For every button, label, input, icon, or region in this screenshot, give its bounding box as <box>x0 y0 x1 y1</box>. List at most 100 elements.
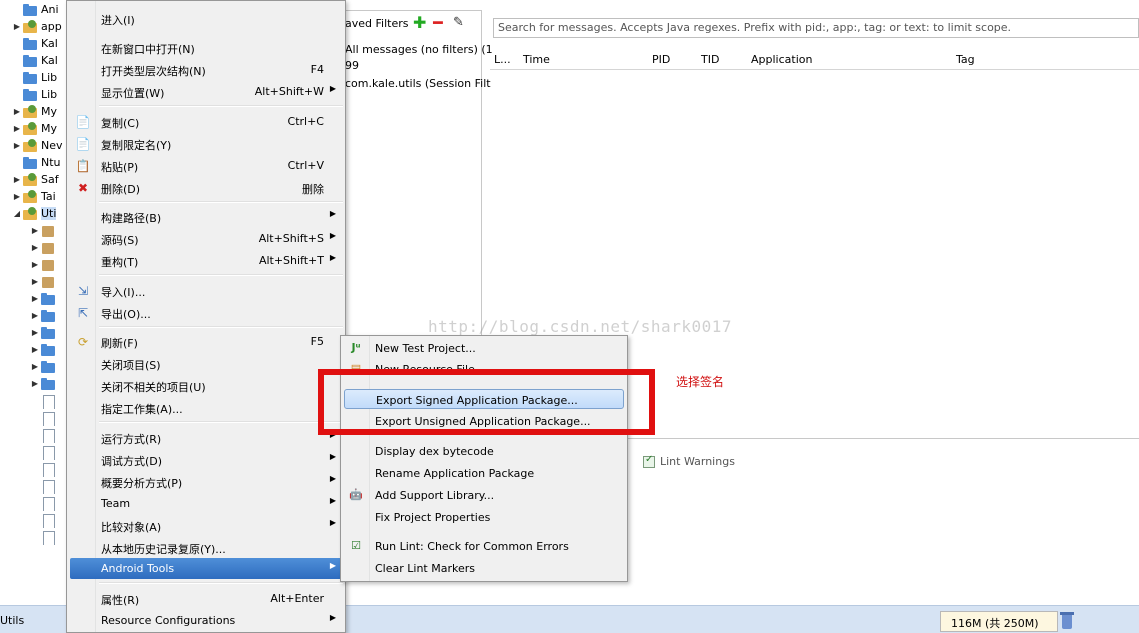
tab-lint-warnings[interactable]: Lint Warnings <box>643 454 735 468</box>
tree-child-node[interactable]: ▶ <box>30 290 59 307</box>
column-time[interactable]: Time <box>523 53 550 66</box>
menu-item-restore-from-local-history[interactable]: 从本地历史记录复原(Y)... <box>70 537 342 558</box>
tree-item[interactable]: ▶ app <box>12 18 62 35</box>
menu-item-run-as[interactable]: 运行方式(R) ▶ <box>70 427 342 448</box>
tree-item[interactable]: Kal <box>12 52 58 69</box>
filter-item[interactable]: All messages (no filters) (1 <box>345 43 493 56</box>
menu-item-compare-with[interactable]: 比较对象(A) ▶ <box>70 515 342 536</box>
heap-status[interactable]: 116M (共 250M) <box>940 611 1058 632</box>
tree-child-node[interactable]: ▶ <box>30 358 59 375</box>
logcat-search-input[interactable]: Search for messages. Accepts Java regexe… <box>493 18 1139 38</box>
submenu-item-add-support-library[interactable]: 🤖 Add Support Library... <box>344 485 624 505</box>
tree-child-node[interactable]: ▶ <box>30 273 59 290</box>
import-icon: ⇲ <box>77 284 89 298</box>
column-tid[interactable]: TID <box>701 53 719 66</box>
paste-icon: 📋 <box>75 159 91 173</box>
menu-item-android-tools[interactable]: Android Tools ▶ <box>70 558 342 579</box>
tree-child-node[interactable]: ▶ <box>30 375 59 392</box>
package-icon <box>40 241 56 255</box>
tree-item[interactable]: ▶ My <box>12 120 57 137</box>
tree-item[interactable]: Lib <box>12 86 57 103</box>
menu-separator <box>99 201 343 203</box>
tree-child-node[interactable] <box>40 494 59 511</box>
menu-item-copy[interactable]: 📄 复制(C) Ctrl+C <box>70 111 342 132</box>
menu-item-team[interactable]: Team ▶ <box>70 493 342 514</box>
status-project-name: Utils <box>0 614 25 627</box>
menu-item-build-path[interactable]: 构建路径(B) ▶ <box>70 206 342 227</box>
tree-item[interactable]: Lib <box>12 69 57 86</box>
tree-item[interactable]: ▶ My <box>12 103 57 120</box>
column-tag[interactable]: Tag <box>956 53 975 66</box>
edit-filter-icon[interactable]: ✎ <box>453 15 464 30</box>
menu-item-delete[interactable]: ✖ 删除(D) 删除 <box>70 177 342 198</box>
menu-item-paste[interactable]: 📋 粘贴(P) Ctrl+V <box>70 155 342 176</box>
tree-item[interactable]: ▶ Tai <box>12 188 56 205</box>
tree-child-node[interactable] <box>40 528 59 545</box>
tree-child-node[interactable]: ▶ <box>30 222 59 239</box>
tree-child-node[interactable]: ▶ <box>30 307 59 324</box>
menu-item-profile-as[interactable]: 概要分析方式(P) ▶ <box>70 471 342 492</box>
submenu-arrow-icon: ▶ <box>329 613 336 622</box>
menu-item-resource-configurations[interactable]: Resource Configurations ▶ <box>70 610 342 631</box>
tree-item[interactable]: ▶ Saf <box>12 171 59 188</box>
menu-item-close-unrelated-projects[interactable]: 关闭不相关的项目(U) <box>70 375 342 396</box>
column-level[interactable]: L... <box>494 53 511 66</box>
tree-child-node[interactable] <box>40 409 59 426</box>
tree-item-selected[interactable]: ◢ Uti <box>12 205 57 222</box>
tree-child-node[interactable] <box>40 477 59 494</box>
menu-item-properties[interactable]: 属性(R) Alt+Enter <box>70 588 342 609</box>
tree-child-node[interactable]: ▶ <box>30 324 59 341</box>
menu-separator <box>99 105 343 107</box>
tree-child-node[interactable] <box>40 460 59 477</box>
menu-item-show-in[interactable]: 显示位置(W) Alt+Shift+W ▶ <box>70 81 342 102</box>
menu-item-copy-qualified-name[interactable]: 📄 复制限定名(Y) <box>70 133 342 154</box>
menu-separator <box>99 421 343 423</box>
add-filter-icon[interactable]: ✚ <box>413 13 426 32</box>
watermark-text: http://blog.csdn.net/shark0017 <box>428 317 732 336</box>
lint-warnings-label: Lint Warnings <box>660 455 735 468</box>
submenu-item-clear-lint-markers[interactable]: Clear Lint Markers <box>344 558 624 578</box>
package-icon <box>40 224 56 238</box>
submenu-arrow-icon: ▶ <box>329 561 336 570</box>
folder-icon <box>22 54 38 68</box>
tree-child-node[interactable] <box>40 426 59 443</box>
submenu-item-run-lint[interactable]: ☑ Run Lint: Check for Common Errors <box>344 536 624 556</box>
menu-item-export[interactable]: ⇱ 导出(O)... <box>70 302 342 323</box>
menu-item-source[interactable]: 源码(S) Alt+Shift+S ▶ <box>70 228 342 249</box>
menu-item-assign-working-sets[interactable]: 指定工作集(A)... <box>70 397 342 418</box>
tree-child-node[interactable] <box>40 511 59 528</box>
column-pid[interactable]: PID <box>652 53 670 66</box>
menu-item-refactor[interactable]: 重构(T) Alt+Shift+T ▶ <box>70 250 342 271</box>
menu-item-debug-as[interactable]: 调试方式(D) ▶ <box>70 449 342 470</box>
menu-item-open-type-hierarchy[interactable]: 打开类型层次结构(N) F4 <box>70 59 342 80</box>
file-icon <box>40 462 56 477</box>
tree-item[interactable]: Kal <box>12 35 58 52</box>
remove-filter-icon[interactable]: ━ <box>433 13 443 32</box>
tree-child-node[interactable] <box>40 443 59 460</box>
annotation-highlight-box <box>318 369 655 435</box>
folder-icon <box>22 71 38 85</box>
tree-child-node[interactable]: ▶ <box>30 256 59 273</box>
tree-child-node[interactable]: ▶ <box>30 341 59 358</box>
menu-item-close-project[interactable]: 关闭项目(S) <box>70 353 342 374</box>
tree-child-node[interactable] <box>40 392 59 409</box>
tree-item[interactable]: Ani <box>12 1 59 18</box>
tree-item[interactable]: ▶ Nev <box>12 137 63 154</box>
file-icon <box>40 445 56 460</box>
submenu-item-rename-application-package[interactable]: Rename Application Package <box>344 463 624 483</box>
tree-child-node[interactable]: ▶ <box>30 239 59 256</box>
menu-item-refresh[interactable]: ⟳ 刷新(F) F5 <box>70 331 342 352</box>
menu-item-open-in-new-window[interactable]: 在新窗口中打开(N) <box>70 37 342 58</box>
submenu-item-display-dex-bytecode[interactable]: Display dex bytecode <box>344 441 624 461</box>
column-application[interactable]: Application <box>751 53 812 66</box>
saved-filters-header: aved Filters <box>345 17 409 30</box>
file-icon <box>40 479 56 494</box>
menu-item-import[interactable]: ⇲ 导入(I)... <box>70 280 342 301</box>
menu-item-go-into[interactable]: 进入(I) <box>70 8 342 29</box>
refresh-icon: ⟳ <box>77 335 89 349</box>
trash-icon[interactable] <box>1060 611 1074 630</box>
filter-item[interactable]: com.kale.utils (Session Filt <box>345 77 491 90</box>
tree-item[interactable]: Ntu <box>12 154 61 171</box>
submenu-item-fix-project-properties[interactable]: Fix Project Properties <box>344 507 624 527</box>
submenu-item-new-test-project[interactable]: Jᵘ New Test Project... <box>344 338 624 358</box>
